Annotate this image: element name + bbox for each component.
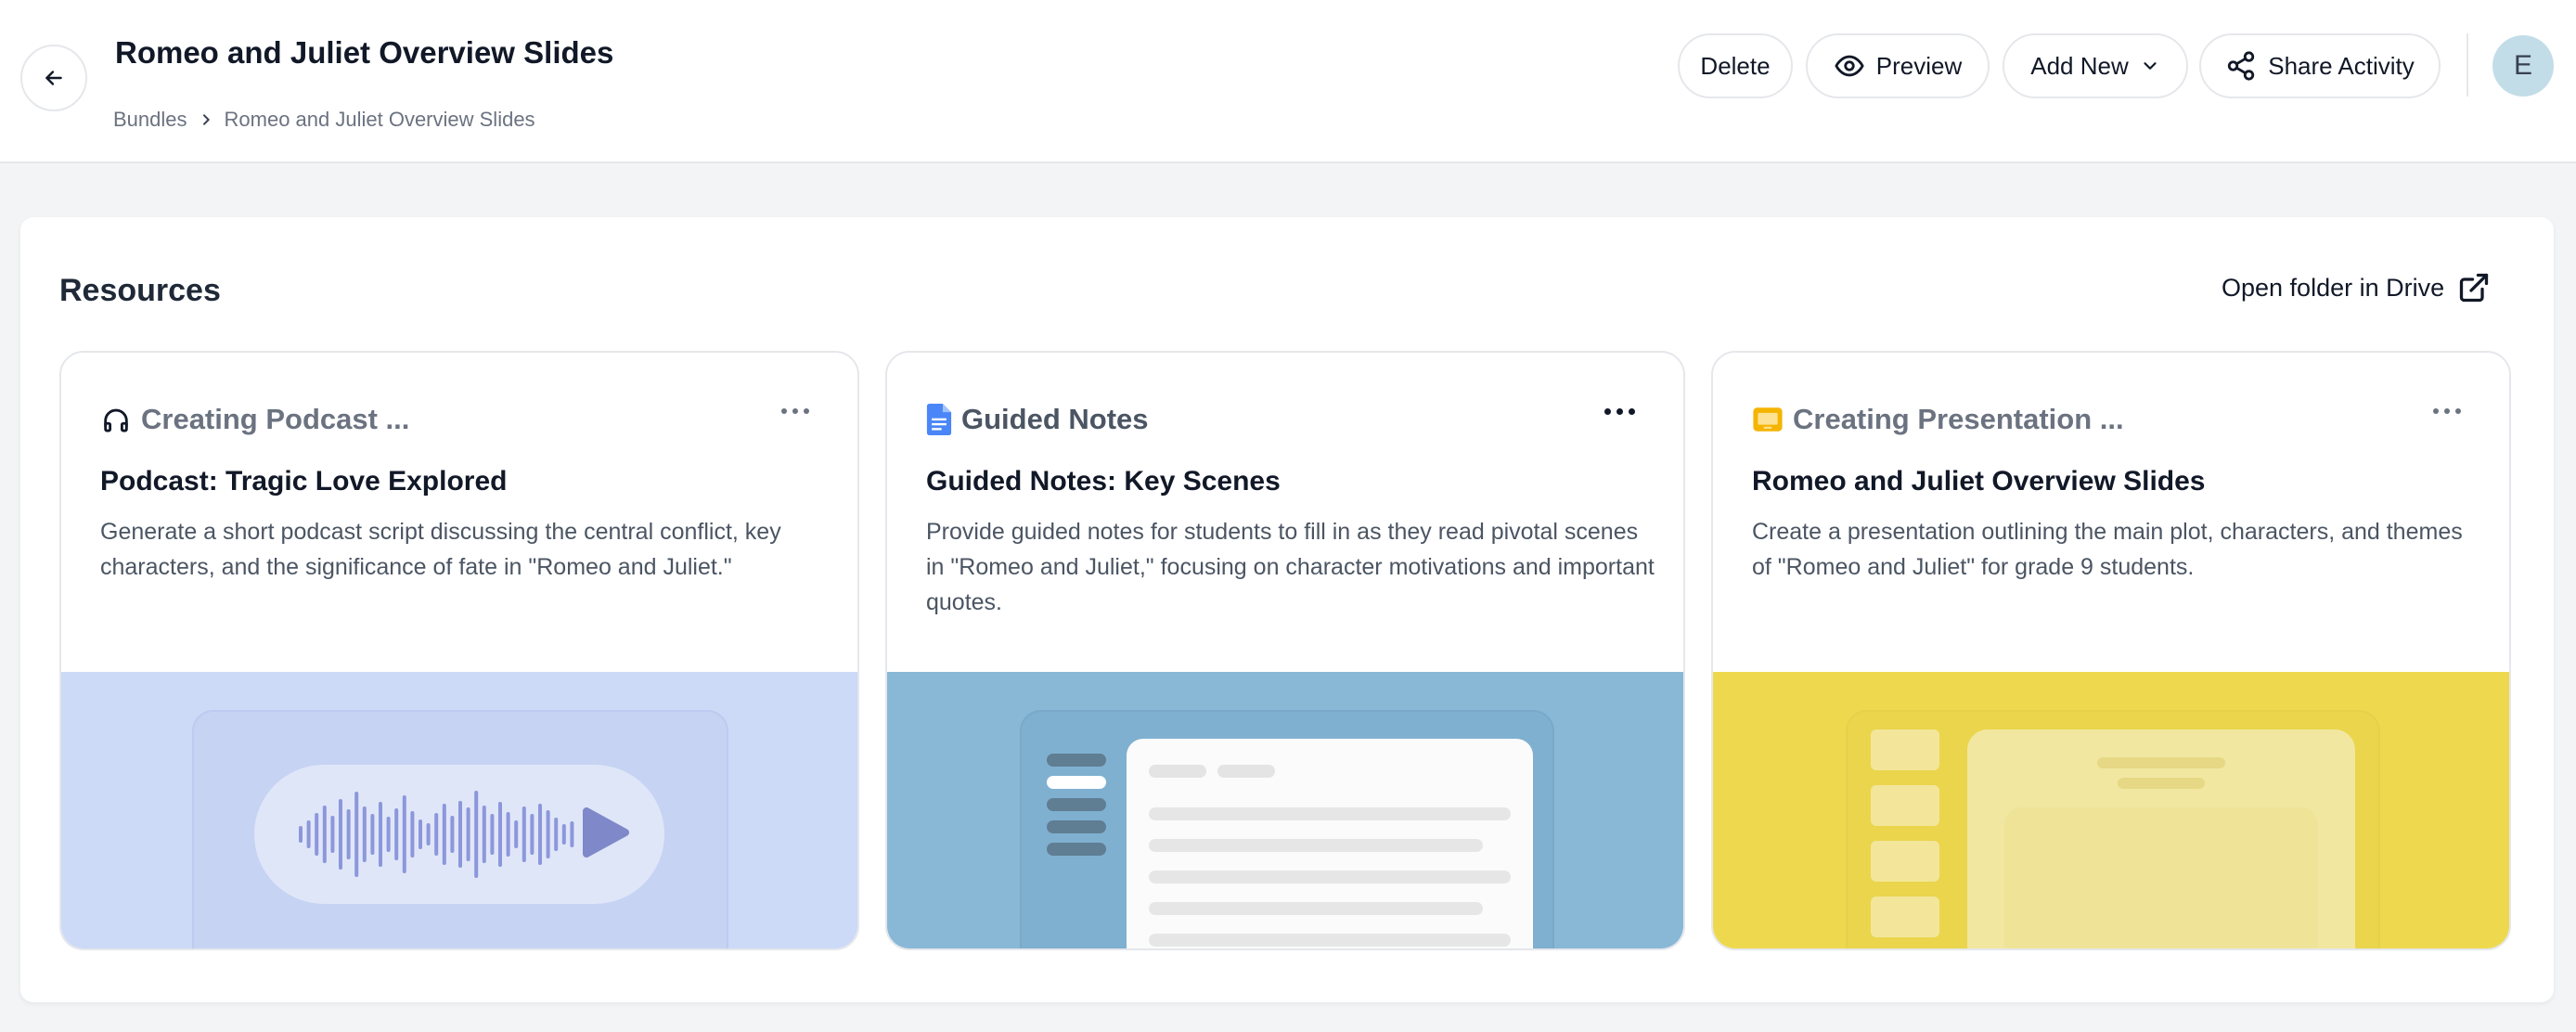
share-icon [2228, 51, 2255, 81]
header-divider [2467, 33, 2468, 97]
user-avatar[interactable]: E [2492, 35, 2554, 97]
presentation-thumbnail [1713, 672, 2509, 948]
card-type: Guided Notes [926, 403, 1149, 436]
top-header: Romeo and Juliet Overview Slides Bundles… [0, 0, 2576, 163]
open-folder-label: Open folder in Drive [2222, 273, 2445, 302]
resources-heading: Resources [59, 273, 221, 308]
resource-card-guided-notes[interactable]: Guided Notes Guided Notes: Key Scenes Pr… [885, 351, 1685, 950]
card-type: Creating Presentation ... [1752, 403, 2124, 436]
breadcrumb-current: Romeo and Juliet Overview Slides [224, 108, 535, 131]
card-description: Generate a short podcast script discussi… [100, 519, 781, 580]
delete-button[interactable]: Delete [1678, 33, 1793, 98]
card-type-label: Creating Presentation ... [1793, 403, 2124, 435]
card-description: Create a presentation outlining the main… [1752, 519, 2463, 580]
arrow-left-icon [45, 71, 62, 85]
card-title: Podcast: Tragic Love Explored [100, 466, 508, 497]
back-button[interactable] [20, 45, 87, 111]
chevron-right-icon [199, 112, 213, 127]
google-docs-icon [926, 404, 952, 435]
breadcrumb: Bundles Romeo and Juliet Overview Slides [113, 108, 535, 132]
card-type: Creating Podcast ... [100, 403, 409, 436]
resources-panel: Resources Open folder in Drive Creating … [20, 217, 2554, 1002]
add-new-button[interactable]: Add New [2003, 33, 2188, 98]
card-title: Guided Notes: Key Scenes [926, 466, 1281, 497]
card-title: Romeo and Juliet Overview Slides [1752, 466, 2206, 497]
chevron-down-icon [2144, 62, 2157, 70]
external-link-icon [2459, 273, 2489, 303]
share-activity-button-label: Share Activity [2268, 51, 2415, 80]
podcast-thumbnail [61, 672, 857, 948]
card-type-label: Creating Podcast ... [141, 403, 410, 435]
share-activity-button[interactable]: Share Activity [2199, 33, 2441, 98]
guided-notes-thumbnail [887, 672, 1683, 948]
preview-button-label: Preview [1875, 51, 1963, 80]
delete-button-label: Delete [1700, 51, 1771, 80]
page-title: Romeo and Juliet Overview Slides [115, 35, 614, 70]
open-folder-in-drive-link[interactable]: Open folder in Drive [2222, 271, 2491, 304]
more-options-button[interactable] [781, 408, 809, 414]
resource-card-podcast[interactable]: Creating Podcast ... Podcast: Tragic Lov… [59, 351, 859, 950]
google-slides-icon [1753, 407, 1783, 432]
headphones-icon [104, 408, 128, 432]
card-description: Provide guided notes for students to fil… [926, 519, 1655, 615]
resource-card-presentation[interactable]: Creating Presentation ... Romeo and Juli… [1711, 351, 2511, 950]
more-options-button[interactable] [2433, 408, 2461, 414]
preview-button[interactable]: Preview [1806, 33, 1990, 98]
breadcrumb-bundles[interactable]: Bundles [113, 108, 187, 132]
card-type-label: Guided Notes [961, 403, 1149, 435]
eye-icon [1835, 55, 1864, 77]
more-options-button[interactable] [1604, 408, 1635, 415]
add-new-button-label: Add New [2030, 51, 2129, 80]
